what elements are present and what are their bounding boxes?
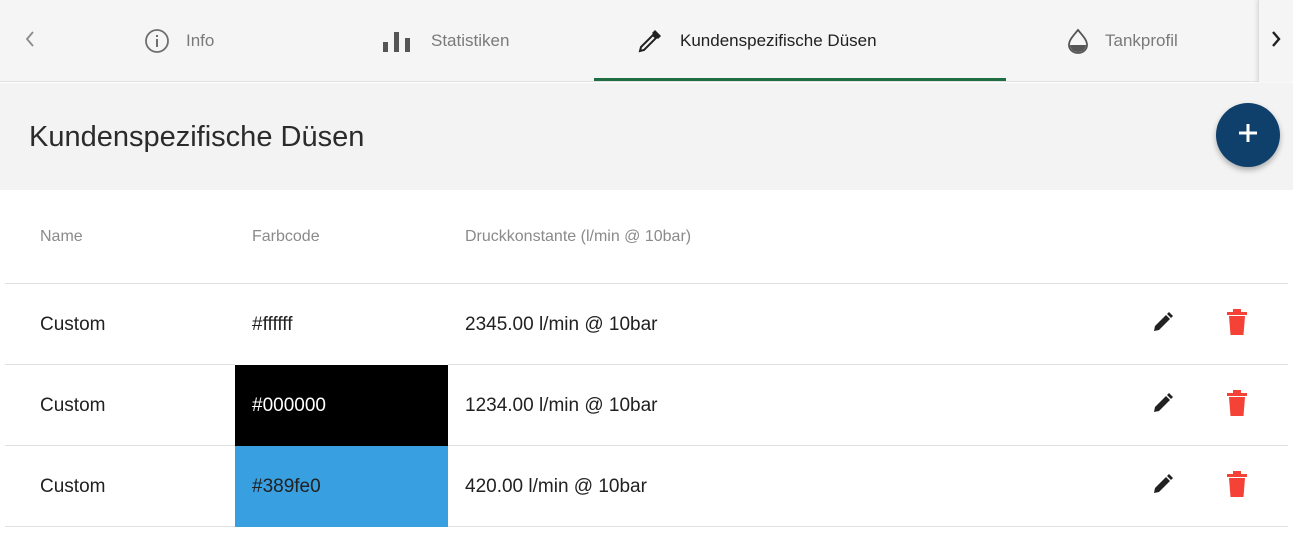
section-header: Kundenspezifische Düsen xyxy=(0,83,1293,190)
page-title: Kundenspezifische Düsen xyxy=(29,121,365,153)
tab-scroll-left-button[interactable] xyxy=(8,0,52,82)
nozzle-pressure: 420.00 l/min @ 10bar xyxy=(465,475,647,497)
table-header: Name Farbcode Druckkonstante (l/min @ 10… xyxy=(5,190,1288,284)
pencil-icon xyxy=(1151,310,1175,339)
tab-kundenspezifische-duesen-label: Kundenspezifische Düsen xyxy=(680,31,877,50)
table-row: Custom #ffffff 2345.00 l/min @ 10bar xyxy=(5,284,1288,365)
chevron-right-icon xyxy=(1269,29,1283,54)
chevron-left-icon xyxy=(23,29,37,54)
column-header-farbcode: Farbcode xyxy=(252,228,320,245)
nozzle-pressure: 2345.00 l/min @ 10bar xyxy=(465,313,658,335)
trash-icon xyxy=(1226,308,1248,341)
pencil-icon xyxy=(1151,472,1175,501)
drop-icon xyxy=(1067,28,1089,54)
tab-tankprofil[interactable]: Tankprofil xyxy=(1067,0,1178,82)
info-icon xyxy=(144,28,170,54)
bar-chart-icon xyxy=(383,30,415,52)
active-tab-indicator xyxy=(594,78,1006,81)
column-header-druckkonstante: Druckkonstante (l/min @ 10bar) xyxy=(465,228,692,245)
delete-button[interactable] xyxy=(1217,284,1257,365)
trash-icon xyxy=(1226,389,1248,422)
tab-statistiken-label: Statistiken xyxy=(431,31,510,50)
nozzle-color-code: #389fe0 xyxy=(235,446,448,527)
tab-kundenspezifische-duesen[interactable]: Kundenspezifische Düsen xyxy=(636,0,877,82)
add-nozzle-button[interactable] xyxy=(1216,103,1280,167)
nozzle-name: Custom xyxy=(40,394,106,416)
table-row: Custom #389fe0 420.00 l/min @ 10bar xyxy=(5,446,1288,527)
nozzle-name: Custom xyxy=(40,313,106,335)
tab-scroll-right-button[interactable] xyxy=(1258,0,1293,82)
tab-info-label: Info xyxy=(186,31,215,50)
trash-icon xyxy=(1226,470,1248,503)
nozzle-color-code: #000000 xyxy=(235,365,448,446)
tab-tankprofil-label: Tankprofil xyxy=(1105,31,1178,50)
delete-button[interactable] xyxy=(1217,446,1257,527)
nozzle-name: Custom xyxy=(40,475,106,497)
nozzle-pressure: 1234.00 l/min @ 10bar xyxy=(465,394,658,416)
eyedropper-icon xyxy=(636,27,664,55)
tab-info[interactable]: Info xyxy=(144,0,214,82)
edit-button[interactable] xyxy=(1143,284,1183,365)
column-header-name: Name xyxy=(40,228,83,245)
nozzle-table: Name Farbcode Druckkonstante (l/min @ 10… xyxy=(5,190,1288,527)
nozzle-color-code: #ffffff xyxy=(235,284,448,365)
plus-icon xyxy=(1236,121,1260,150)
delete-button[interactable] xyxy=(1217,365,1257,446)
tab-statistiken[interactable]: Statistiken xyxy=(383,0,509,82)
table-row: Custom #000000 1234.00 l/min @ 10bar xyxy=(5,365,1288,446)
edit-button[interactable] xyxy=(1143,446,1183,527)
pencil-icon xyxy=(1151,391,1175,420)
edit-button[interactable] xyxy=(1143,365,1183,446)
tab-bar: Info Statistiken Kundenspezifische Düsen… xyxy=(0,0,1293,82)
